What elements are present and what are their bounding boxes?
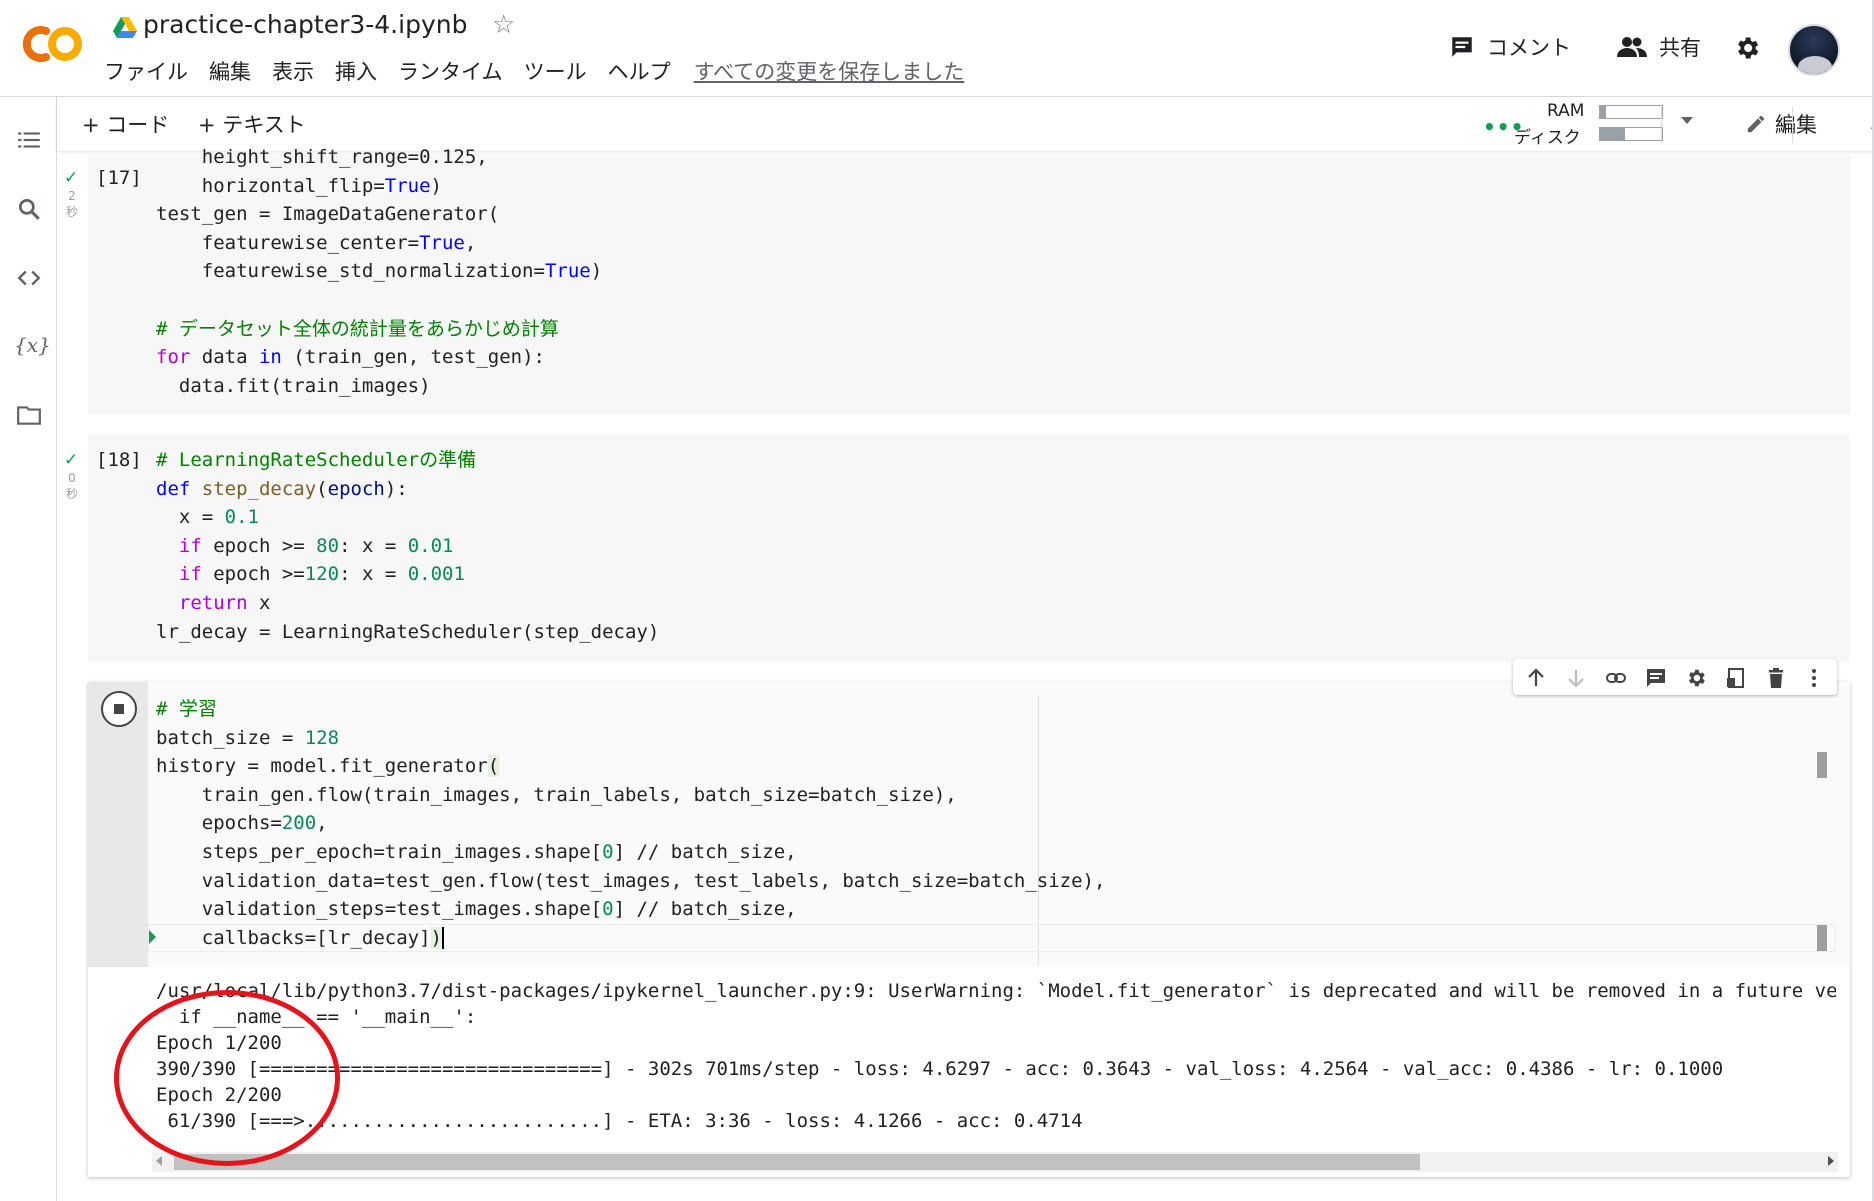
settings-gear-icon[interactable] bbox=[1733, 34, 1761, 62]
left-sidebar: {x} bbox=[0, 97, 57, 1201]
add-text-button[interactable]: + テキスト bbox=[198, 109, 306, 139]
scroll-right-arrow-icon[interactable] bbox=[1828, 1156, 1834, 1166]
star-icon[interactable]: ☆ bbox=[492, 10, 515, 40]
search-icon[interactable] bbox=[16, 196, 42, 222]
code-line: height_shift_range=0.125, bbox=[156, 146, 488, 168]
menu-bar: ファイル 編集 表示 挿入 ランタイム ツール ヘルプ すべての変更を保存しまし… bbox=[104, 56, 985, 86]
pencil-icon bbox=[1747, 115, 1765, 133]
output-line: 390/390 [==============================]… bbox=[156, 1058, 1724, 1080]
top-bar: practice-chapter3-4.ipynb ☆ ファイル 編集 表示 挿… bbox=[0, 0, 1874, 97]
red-annotation-circle bbox=[114, 990, 340, 1166]
menu-view[interactable]: 表示 bbox=[272, 56, 314, 86]
comment-button[interactable]: コメント bbox=[1449, 32, 1571, 62]
editor-scroll-marker[interactable] bbox=[1817, 925, 1827, 951]
comment-icon bbox=[1452, 37, 1472, 57]
cell-settings-gear-icon[interactable] bbox=[1685, 667, 1707, 689]
mirror-cell-icon[interactable] bbox=[1725, 667, 1747, 689]
folder-icon[interactable] bbox=[16, 402, 42, 428]
more-options-icon[interactable] bbox=[1803, 667, 1825, 689]
variables-icon[interactable]: {x} bbox=[14, 333, 51, 359]
share-button[interactable]: 共有 bbox=[1617, 32, 1701, 62]
execution-time: 0秒 bbox=[65, 471, 78, 501]
save-status-link[interactable]: すべての変更を保存しました bbox=[694, 56, 965, 86]
stop-execution-button[interactable] bbox=[101, 691, 137, 727]
code-editor[interactable]: # LearningRateSchedulerの準備 def step_deca… bbox=[156, 446, 659, 646]
output-line: if __name__ == '__main__': bbox=[156, 1006, 477, 1028]
menu-insert[interactable]: 挿入 bbox=[335, 56, 377, 86]
ram-usage-fill bbox=[1600, 106, 1607, 118]
menu-runtime[interactable]: ランタイム bbox=[398, 56, 503, 86]
output-line: /usr/local/lib/python3.7/dist-packages/i… bbox=[156, 980, 1836, 1002]
scroll-left-arrow-icon[interactable] bbox=[156, 1156, 162, 1166]
toolbar-divider bbox=[1661, 107, 1662, 143]
table-of-contents-icon[interactable] bbox=[16, 127, 42, 153]
code-snippets-icon[interactable] bbox=[16, 265, 42, 291]
text-cursor bbox=[442, 927, 444, 950]
notebook-title[interactable]: practice-chapter3-4.ipynb bbox=[143, 10, 467, 39]
stop-icon bbox=[114, 704, 124, 714]
ram-label: RAM bbox=[1547, 101, 1585, 121]
comment-label: コメント bbox=[1487, 36, 1571, 60]
comment-icon[interactable] bbox=[1645, 667, 1667, 689]
menu-tools[interactable]: ツール bbox=[524, 56, 587, 86]
output-horizontal-scrollbar[interactable] bbox=[152, 1152, 1838, 1172]
google-drive-icon[interactable] bbox=[112, 16, 138, 40]
cell-prompt: [17] bbox=[96, 167, 142, 189]
code-editor[interactable]: height_shift_range=0.125, horizontal_fli… bbox=[156, 143, 602, 400]
disk-usage-fill bbox=[1600, 128, 1625, 140]
resources-dropdown-icon[interactable] bbox=[1681, 117, 1693, 124]
menu-file[interactable]: ファイル bbox=[104, 56, 188, 86]
cell-toolbar bbox=[1513, 659, 1837, 695]
executed-check-icon: ✓ bbox=[64, 168, 79, 188]
ram-usage-bar bbox=[1599, 105, 1663, 119]
editor-scroll-marker[interactable] bbox=[1817, 752, 1827, 778]
share-label: 共有 bbox=[1659, 36, 1701, 60]
cell-output: /usr/local/lib/python3.7/dist-packages/i… bbox=[156, 978, 1836, 1134]
output-line: Epoch 1/200 bbox=[156, 1032, 282, 1054]
user-avatar[interactable] bbox=[1788, 24, 1840, 76]
add-code-button[interactable]: + コード bbox=[82, 109, 169, 139]
people-icon bbox=[1617, 37, 1647, 57]
menu-help[interactable]: ヘルプ bbox=[608, 56, 671, 86]
code-editor[interactable]: # 学習 batch_size = 128 history = model.fi… bbox=[156, 695, 1105, 952]
link-icon[interactable] bbox=[1605, 667, 1627, 689]
move-down-icon[interactable] bbox=[1565, 667, 1587, 689]
delete-icon[interactable] bbox=[1765, 667, 1787, 689]
cell-prompt: [18] bbox=[96, 449, 142, 471]
output-line: Epoch 2/200 bbox=[156, 1084, 282, 1106]
edit-mode-label: 編集 bbox=[1775, 113, 1817, 137]
current-line-marker-icon bbox=[149, 930, 156, 944]
disk-usage-bar bbox=[1599, 127, 1663, 141]
scrollbar-thumb[interactable] bbox=[174, 1154, 1420, 1170]
execution-time: 2秒 bbox=[65, 189, 78, 219]
edit-mode-button[interactable]: 編集 bbox=[1745, 109, 1817, 139]
colab-logo[interactable] bbox=[20, 22, 84, 66]
executed-check-icon: ✓ bbox=[64, 450, 79, 470]
output-line: 61/390 [===>..........................] … bbox=[156, 1110, 1083, 1132]
menu-edit[interactable]: 編集 bbox=[209, 56, 251, 86]
toolbar-divider bbox=[1792, 107, 1793, 143]
disk-label: ディスク bbox=[1514, 128, 1581, 148]
move-up-icon[interactable] bbox=[1525, 667, 1547, 689]
